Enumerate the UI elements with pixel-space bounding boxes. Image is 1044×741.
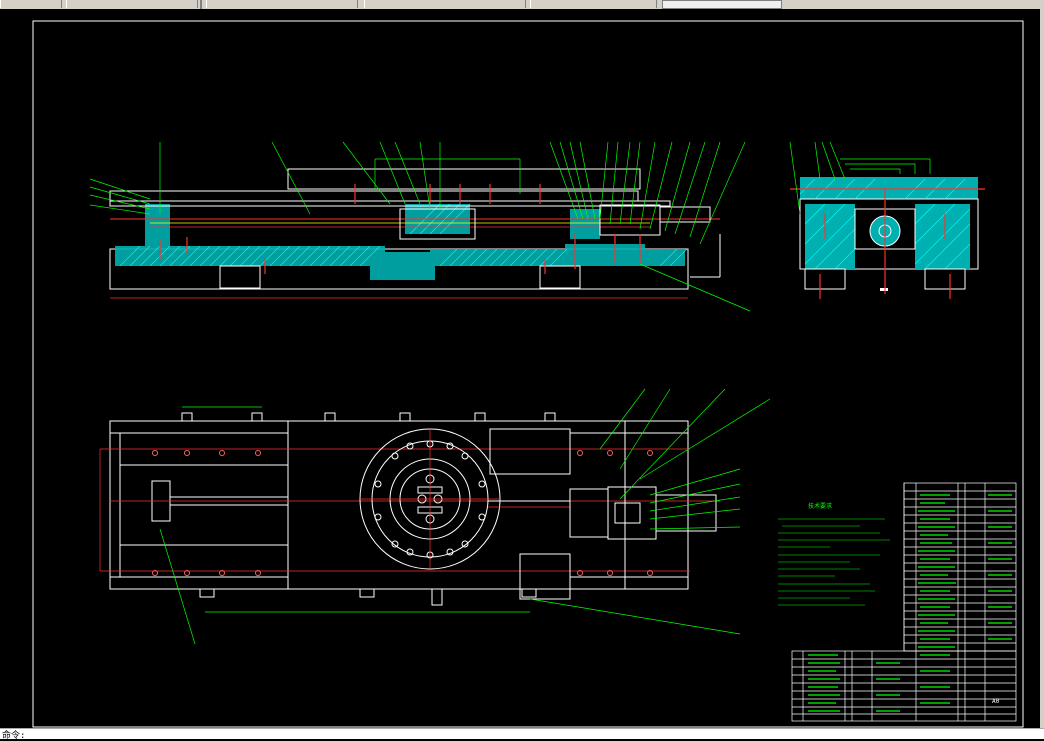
drawing-canvas[interactable]: 技术要求 A0 [0,9,1040,729]
toolbar-separator [200,0,202,9]
toolbar-tab-1[interactable] [0,0,62,8]
command-prompt: 命令: [2,731,26,741]
layer-dropdown[interactable] [662,0,782,9]
side-section-view [789,141,985,299]
technical-notes: 技术要求 [778,502,890,606]
sheet-size: A0 [992,698,1000,705]
command-line[interactable]: 命令: [0,728,1044,741]
toolbar-tab-3[interactable] [206,0,358,8]
front-section-view [89,141,751,312]
toolbar [0,0,1044,9]
plan-view [99,388,771,645]
notes-title: 技术要求 [808,502,832,510]
sheet-border [32,20,1024,728]
toolbar-tab-2[interactable] [66,0,198,8]
scrollbar-strip[interactable] [1040,9,1044,729]
toolbar-tab-4[interactable] [364,0,526,8]
toolbar-tab-5[interactable] [530,0,657,8]
